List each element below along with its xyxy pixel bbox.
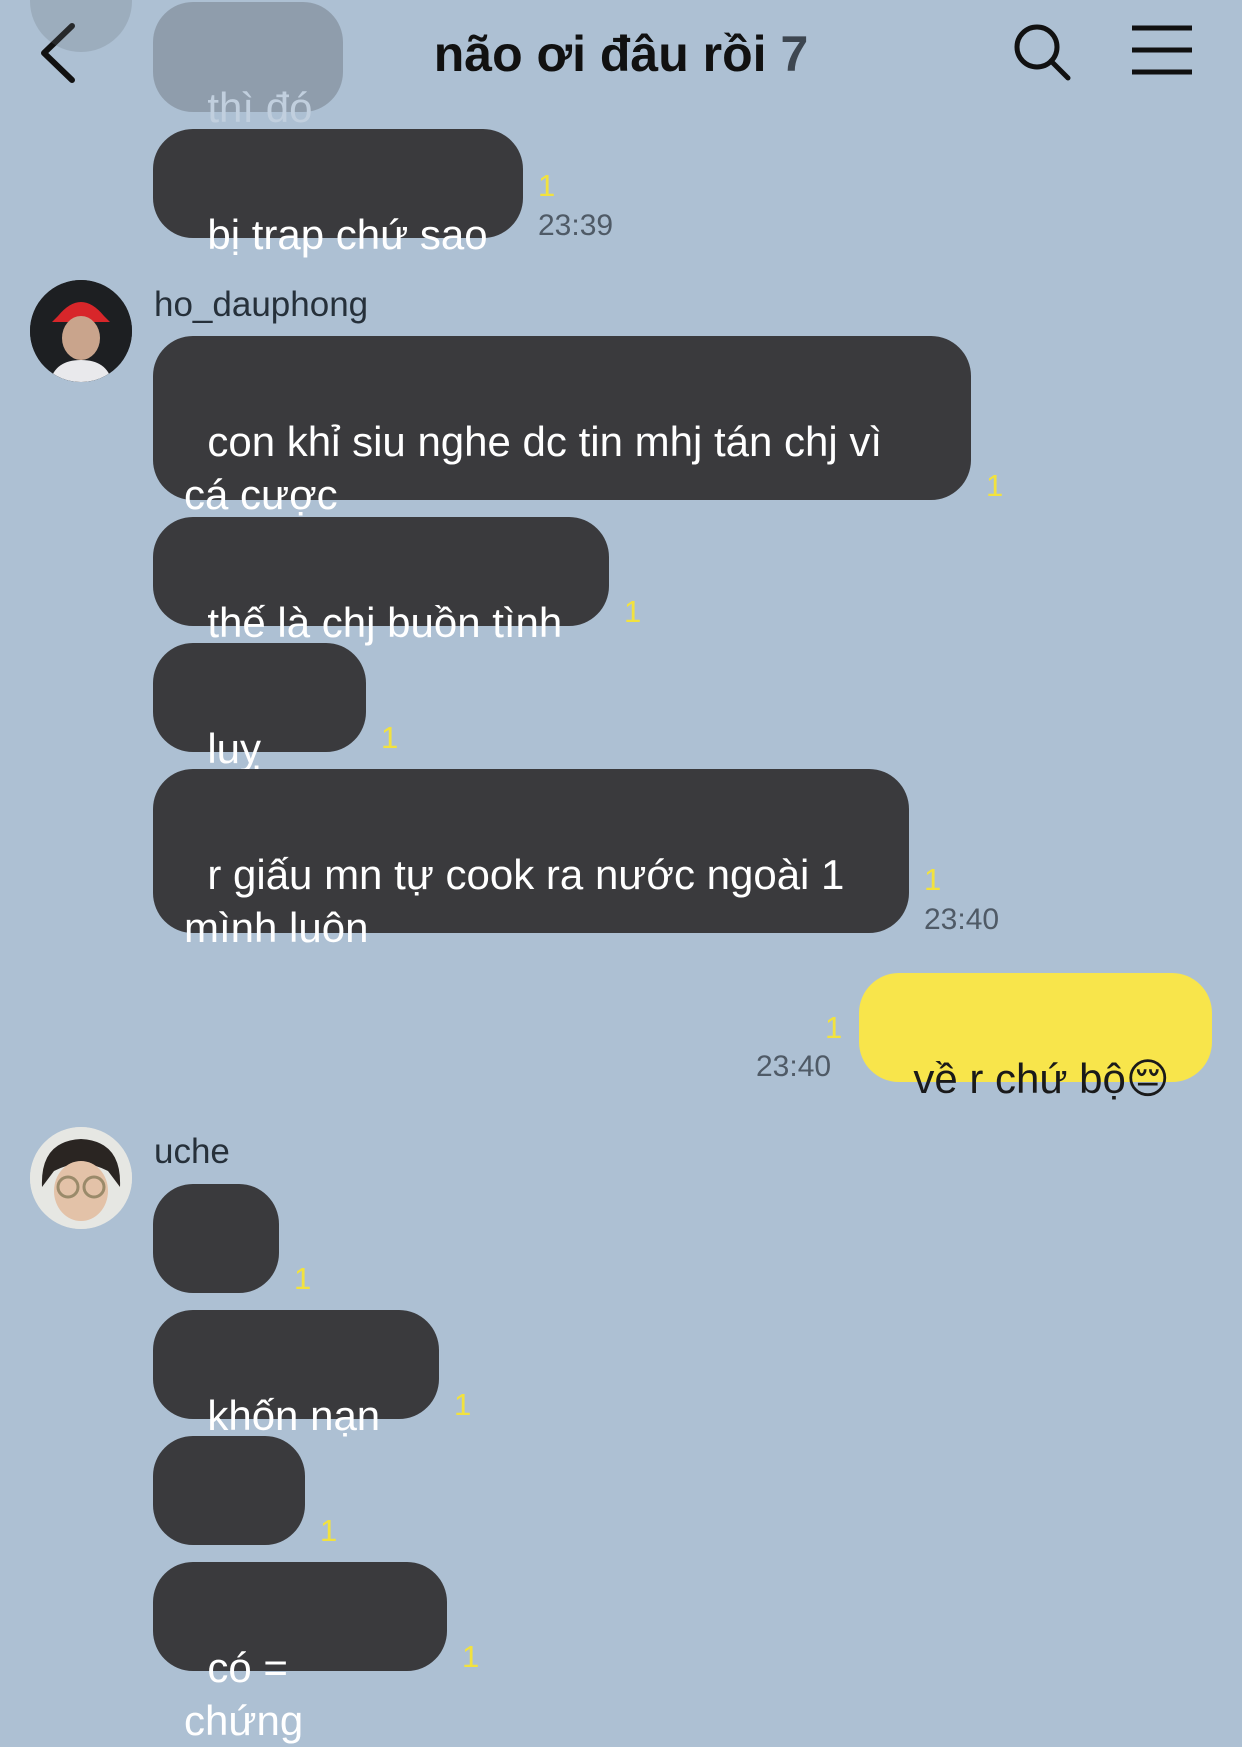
avatar-photo bbox=[30, 280, 132, 382]
avatar-photo bbox=[30, 1127, 132, 1229]
message-text: con khỉ siu nghe dc tin mhj tán chj vì c… bbox=[184, 418, 883, 518]
avatar[interactable] bbox=[30, 1127, 132, 1229]
unread-count: 1 bbox=[294, 1261, 312, 1296]
search-icon bbox=[1014, 24, 1071, 81]
unread-count: 1 bbox=[454, 1387, 472, 1422]
message-text: về r chứ bộ😔 bbox=[913, 1055, 1170, 1102]
message-bubble[interactable]: nma bbox=[153, 1436, 305, 1618]
sender-name: ho_dauphong bbox=[154, 285, 369, 324]
message-bubble-outgoing[interactable]: về r chứ bộ😔 bbox=[859, 973, 1212, 1102]
message-bubble[interactable]: bị trap chứ sao bbox=[153, 129, 523, 258]
menu-icon bbox=[1132, 25, 1192, 75]
message-text: bị trap chứ sao bbox=[207, 211, 488, 258]
message-text: thế là chj buồn tình bbox=[207, 599, 563, 646]
message-bubble[interactable]: khốn nạn v bbox=[153, 1310, 439, 1492]
message-bubble[interactable]: có = chứng bbox=[153, 1562, 447, 1744]
member-count: 7 bbox=[780, 26, 809, 82]
unread-count: 1 bbox=[381, 720, 399, 755]
message-text: r giấu mn tự cook ra nước ngoài 1 mình l… bbox=[184, 851, 845, 951]
sender-name: uche bbox=[154, 1132, 230, 1171]
message-bubble[interactable]: luỵ tình bbox=[153, 643, 366, 825]
unread-count: 1 bbox=[624, 594, 642, 629]
message-bubble[interactable]: con khỉ siu nghe dc tin mhj tán chj vì c… bbox=[153, 336, 971, 518]
unread-count: 1 bbox=[924, 862, 942, 897]
message-bubble[interactable]: thế là chj buồn tình bbox=[153, 517, 609, 646]
search-button[interactable] bbox=[1010, 20, 1074, 84]
message-time: 23:40 bbox=[924, 903, 1000, 936]
message-time: 23:40 bbox=[756, 1050, 832, 1083]
unread-count: 1 bbox=[825, 1010, 843, 1045]
menu-button[interactable] bbox=[1130, 24, 1194, 76]
message-bubble[interactable]: r giấu mn tự cook ra nước ngoài 1 mình l… bbox=[153, 769, 909, 951]
unread-count: 1 bbox=[462, 1639, 480, 1674]
message-text: thì đó bbox=[207, 84, 313, 131]
chat-title-text: não ơi đâu rồi bbox=[433, 26, 767, 82]
unread-count: 1 bbox=[538, 168, 556, 203]
message-time: 23:39 bbox=[538, 209, 614, 242]
avatar[interactable] bbox=[30, 280, 132, 382]
unread-count: 1 bbox=[986, 468, 1004, 503]
message-bubble[interactable]: thì đó bbox=[153, 2, 344, 131]
message-text: có = chứng bbox=[184, 1644, 304, 1744]
unread-count: 1 bbox=[320, 1513, 338, 1548]
message-bubble[interactable]: má bbox=[153, 1184, 279, 1366]
